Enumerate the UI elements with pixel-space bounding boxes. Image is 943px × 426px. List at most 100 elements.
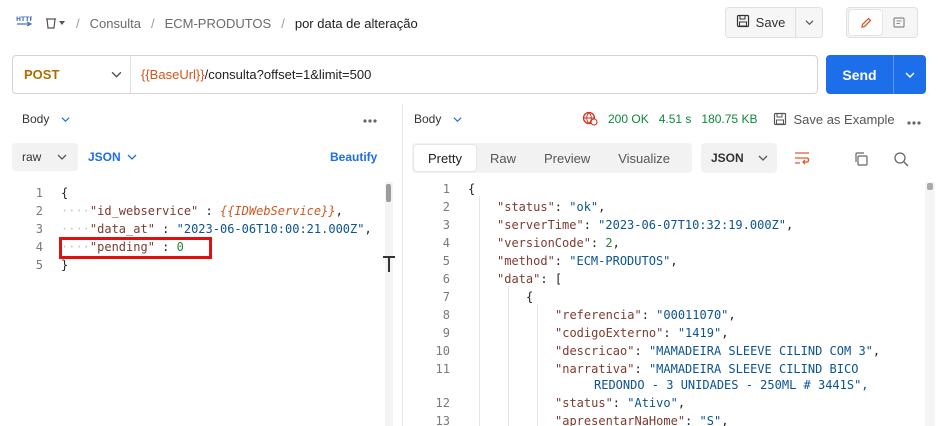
line-number: 2 — [442, 200, 450, 214]
url-path: /consulta?offset=1&limit=500 — [204, 67, 372, 82]
tab-pretty[interactable]: Pretty — [414, 145, 476, 171]
code-line: "descricao": "MAMADEIRA SLEEVE CILIND CO… — [555, 344, 881, 358]
beautify-button[interactable]: Beautify — [330, 143, 377, 171]
send-group: Send — [826, 55, 926, 94]
comment-icon — [892, 16, 905, 28]
wrap-lines-button[interactable] — [786, 143, 818, 173]
request-name[interactable]: por data de alteração — [295, 16, 418, 31]
indent-guide — [508, 286, 509, 426]
line-number: 6 — [442, 272, 450, 286]
breadcrumb-item-ecm-produtos[interactable]: ECM-PRODUTOS — [165, 16, 272, 31]
line-number: 8 — [442, 308, 450, 322]
editor-cursor-marker — [388, 256, 390, 272]
response-time[interactable]: 4.51 s — [659, 112, 692, 126]
edit-mode-button[interactable] — [849, 10, 882, 35]
editor-scrollbar[interactable] — [385, 182, 393, 426]
save-example-button[interactable]: Save as Example — [773, 112, 895, 127]
pane-divider[interactable] — [402, 104, 403, 426]
chevron-down-icon — [804, 20, 814, 26]
indent-guide — [479, 196, 480, 426]
save-icon — [736, 14, 750, 31]
breadcrumb: HTTP / Consulta / ECM-PRODUTOS / por dat… — [16, 14, 418, 32]
request-bar: POST {{BaseUrl}}/consulta?offset=1&limit… — [12, 55, 818, 94]
method-label: POST — [24, 67, 60, 82]
chevron-down-icon — [111, 71, 122, 78]
tab-raw[interactable]: Raw — [476, 145, 530, 171]
response-format-label: JSON — [711, 151, 744, 165]
section-label: Body — [414, 112, 442, 126]
line-number: 9 — [442, 326, 450, 340]
line-number: 4 — [35, 240, 43, 254]
line-number: 5 — [442, 254, 450, 268]
copy-icon[interactable] — [853, 151, 869, 170]
save-button[interactable]: Save — [726, 8, 796, 37]
chevron-down-icon — [758, 155, 768, 161]
response-scrollbar[interactable] — [925, 182, 935, 426]
line-number: 5 — [35, 258, 43, 272]
line-number: 7 — [442, 290, 450, 304]
line-number: 1 — [35, 186, 43, 200]
line-number: 10 — [435, 344, 450, 358]
line-number: 3 — [442, 218, 450, 232]
body-format-select[interactable]: JSON — [88, 143, 137, 171]
highlight-annotation — [59, 237, 212, 259]
chevron-down-icon — [127, 154, 137, 160]
documentation-mode-button[interactable] — [882, 10, 915, 35]
code-line-continuation: REDONDO - 3 UNIDADES - 250ML # 3441S", — [594, 378, 869, 392]
code-line: "narrativa": "MAMADEIRA SLEEVE CILIND BI… — [555, 362, 859, 376]
more-options-icon[interactable] — [362, 113, 378, 128]
globe-error-icon[interactable] — [582, 110, 598, 129]
pencil-icon — [860, 17, 871, 28]
editor-scrollbar-thumb[interactable] — [386, 184, 391, 202]
request-body-section[interactable]: Body — [22, 105, 70, 133]
send-options-button[interactable] — [894, 55, 926, 94]
line-number: 4 — [442, 236, 450, 250]
url-variable: {{BaseUrl}} — [141, 67, 205, 82]
body-mode-select[interactable]: raw — [12, 143, 78, 171]
response-view-tabs: Pretty Raw Preview Visualize — [412, 143, 692, 173]
code-line: { — [61, 186, 69, 200]
line-number: 2 — [35, 204, 43, 218]
more-options-icon[interactable] — [906, 115, 922, 130]
code-line: "status": "ok", — [497, 200, 606, 214]
save-options-button[interactable] — [796, 8, 822, 37]
breadcrumb-item-consulta[interactable]: Consulta — [90, 16, 141, 31]
svg-text:HTTP: HTTP — [16, 16, 32, 23]
chevron-down-icon — [57, 154, 67, 160]
response-status: 200 OK 4.51 s 180.75 KB Save as Example — [582, 110, 895, 128]
breadcrumb-separator: / — [150, 15, 155, 31]
search-icon[interactable] — [893, 151, 909, 170]
code-line: "codigoExterno": "1419", — [555, 326, 729, 340]
response-body-viewer[interactable]: 1 { 2 "status": "ok", 3 "serverTime": "2… — [412, 182, 943, 426]
body-format-label: JSON — [88, 150, 121, 164]
send-button[interactable]: Send — [826, 55, 894, 94]
chevron-down-icon — [61, 116, 70, 122]
line-number: 3 — [35, 222, 43, 236]
wrap-lines-icon — [795, 152, 810, 165]
code-line: "method": "ECM-PRODUTOS", — [497, 254, 678, 268]
view-mode-toggle — [846, 7, 918, 38]
line-number: 1 — [442, 182, 450, 196]
tab-preview[interactable]: Preview — [530, 145, 604, 171]
code-line: } — [61, 258, 69, 272]
request-body-editor[interactable]: 1 { 2 ····"id_webservice" : {{IDWebServi… — [5, 182, 395, 426]
indent-guide — [537, 304, 538, 426]
url-input[interactable]: {{BaseUrl}}/consulta?offset=1&limit=500 — [131, 67, 371, 82]
response-size[interactable]: 180.75 KB — [701, 112, 757, 126]
status-code[interactable]: 200 OK — [608, 112, 649, 126]
collection-icon[interactable] — [44, 16, 66, 30]
code-line: { — [526, 290, 534, 304]
response-scrollbar-thumb[interactable] — [927, 183, 933, 190]
line-number: 12 — [435, 396, 450, 410]
chevron-down-icon — [453, 116, 462, 122]
tab-visualize[interactable]: Visualize — [604, 145, 684, 171]
chevron-down-icon — [905, 72, 915, 78]
code-line: { — [468, 182, 476, 196]
response-format-select[interactable]: JSON — [701, 143, 777, 173]
save-group: Save — [725, 7, 823, 38]
method-select[interactable]: POST — [13, 56, 131, 93]
code-line: ····"id_webservice" : {{IDWebService}}, — [61, 204, 343, 218]
response-body-section[interactable]: Body — [414, 105, 462, 133]
section-label: Body — [22, 112, 50, 126]
code-line: "versionCode": 2, — [497, 236, 620, 250]
